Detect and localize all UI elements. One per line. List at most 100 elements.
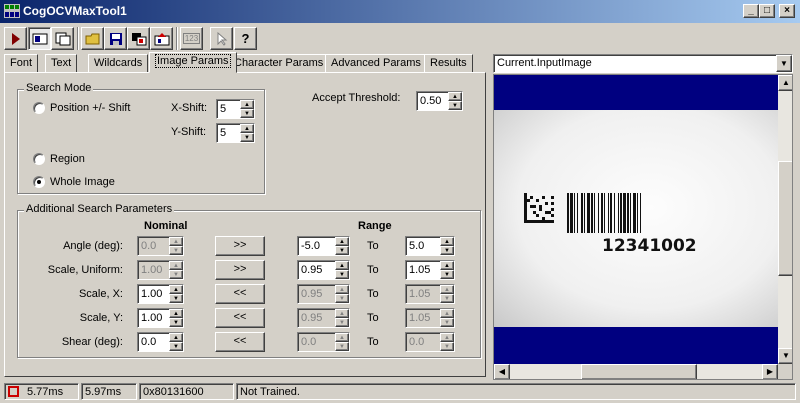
enable-nominal-button[interactable]: <<: [215, 284, 265, 304]
enable-range-button[interactable]: >>: [215, 260, 265, 280]
spin-down-icon[interactable]: ▼: [240, 133, 254, 142]
spin-up-icon[interactable]: ▲: [440, 261, 454, 270]
spin-down-icon[interactable]: ▼: [440, 270, 454, 279]
tab-image-params[interactable]: Image Params: [149, 52, 237, 73]
spin-up-icon[interactable]: ▲: [169, 333, 183, 342]
spin-down-icon[interactable]: ▼: [448, 101, 462, 110]
tab-font[interactable]: Font: [4, 54, 39, 73]
image-source-icon[interactable]: [127, 27, 150, 50]
spin-down-icon[interactable]: ▼: [335, 342, 349, 351]
scroll-right-icon[interactable]: ▶: [762, 364, 778, 379]
param-label: Shear (deg):: [61, 336, 123, 348]
scroll-up-icon[interactable]: ▲: [778, 75, 792, 91]
title-bar: CogOCVMaxTool1 _ □ ×: [0, 0, 800, 23]
barcode-bar: [633, 193, 636, 233]
spin-up-icon[interactable]: ▲: [335, 237, 349, 246]
barcode-icon: [567, 193, 641, 233]
spin-down-icon[interactable]: ▼: [169, 342, 183, 351]
range-low-spinner[interactable]: -5.0 ▲ ▼: [297, 236, 350, 256]
spin-down-icon[interactable]: ▼: [335, 246, 349, 255]
range-high-spinner[interactable]: 5.0 ▲ ▼: [405, 236, 455, 256]
spin-down-icon[interactable]: ▼: [440, 342, 454, 351]
tab-advanced-params[interactable]: Advanced Params: [325, 54, 427, 73]
range-high-spinner[interactable]: 1.05 ▲ ▼: [405, 260, 455, 280]
spin-down-icon[interactable]: ▼: [335, 270, 349, 279]
spin-up-icon[interactable]: ▲: [169, 285, 183, 294]
cursor-icon[interactable]: [210, 27, 233, 50]
scroll-down-icon[interactable]: ▼: [778, 348, 792, 364]
spin-up-icon[interactable]: ▲: [240, 100, 254, 109]
toolbar-separator: [176, 27, 178, 50]
numeric-icon[interactable]: 123: [180, 27, 203, 50]
help-icon[interactable]: ?: [234, 27, 257, 50]
nominal-spinner[interactable]: 1.00 ▲ ▼: [137, 308, 184, 328]
spin-up-icon[interactable]: ▲: [335, 285, 349, 294]
spin-up-icon[interactable]: ▲: [335, 261, 349, 270]
nominal-spinner[interactable]: 0.0 ▲ ▼: [137, 236, 184, 256]
x-shift-spinner[interactable]: 5 ▲ ▼: [216, 99, 255, 119]
save-icon[interactable]: [104, 27, 127, 50]
spin-down-icon[interactable]: ▼: [335, 318, 349, 327]
radio-position-shift[interactable]: [33, 102, 45, 114]
scroll-left-icon[interactable]: ◀: [494, 364, 510, 379]
spin-up-icon[interactable]: ▲: [440, 237, 454, 246]
range-low-spinner[interactable]: 0.95 ▲ ▼: [297, 284, 350, 304]
enable-nominal-button[interactable]: <<: [215, 308, 265, 328]
spin-up-icon[interactable]: ▲: [169, 237, 183, 246]
tab-wildcards[interactable]: Wildcards: [88, 54, 149, 73]
spin-up-icon[interactable]: ▲: [335, 309, 349, 318]
spin-down-icon[interactable]: ▼: [169, 318, 183, 327]
range-low-spinner[interactable]: 0.0 ▲ ▼: [297, 332, 350, 352]
nominal-spinner[interactable]: 1.00 ▲ ▼: [137, 284, 184, 304]
enable-nominal-button[interactable]: <<: [215, 332, 265, 352]
tab-text[interactable]: Text: [45, 54, 78, 73]
spin-up-icon[interactable]: ▲: [440, 333, 454, 342]
range-low-spinner[interactable]: 0.95 ▲ ▼: [297, 308, 350, 328]
spin-down-icon[interactable]: ▼: [440, 246, 454, 255]
spin-up-icon[interactable]: ▲: [440, 309, 454, 318]
train-icon[interactable]: [150, 27, 173, 50]
show-input-icon[interactable]: [51, 27, 74, 50]
spin-up-icon[interactable]: ▲: [169, 309, 183, 318]
spin-up-icon[interactable]: ▲: [169, 261, 183, 270]
range-high-spinner[interactable]: 1.05 ▲ ▼: [405, 284, 455, 304]
barcode-bar: [574, 193, 575, 233]
spin-down-icon[interactable]: ▼: [440, 318, 454, 327]
range-high-spinner[interactable]: 1.05 ▲ ▼: [405, 308, 455, 328]
radio-region[interactable]: [33, 153, 45, 165]
radio-whole-image[interactable]: [33, 176, 45, 188]
scroll-corner: [778, 364, 792, 379]
enable-range-button[interactable]: >>: [215, 236, 265, 256]
run-icon[interactable]: [4, 27, 27, 50]
spin-down-icon[interactable]: ▼: [335, 294, 349, 303]
spin-down-icon[interactable]: ▼: [169, 294, 183, 303]
y-shift-spinner[interactable]: 5 ▲ ▼: [216, 123, 255, 143]
range-high-spinner[interactable]: 0.0 ▲ ▼: [405, 332, 455, 352]
chevron-down-icon[interactable]: ▼: [776, 55, 792, 72]
vertical-scroll-thumb[interactable]: [778, 161, 792, 276]
spin-down-icon[interactable]: ▼: [169, 246, 183, 255]
spin-down-icon[interactable]: ▼: [169, 270, 183, 279]
tab-character-params[interactable]: Character Params: [228, 54, 330, 73]
spin-up-icon[interactable]: ▲: [440, 285, 454, 294]
image-display[interactable]: 12341002 ▲ ▼ ◀ ▶: [493, 74, 793, 380]
image-selector-dropdown[interactable]: Current.InputImage ▼: [493, 54, 793, 73]
spin-up-icon[interactable]: ▲: [240, 124, 254, 133]
vertical-scrollbar[interactable]: ▲ ▼: [778, 75, 792, 364]
accept-threshold-spinner[interactable]: 0.50 ▲ ▼: [416, 91, 463, 111]
range-low-spinner[interactable]: 0.95 ▲ ▼: [297, 260, 350, 280]
open-icon[interactable]: [81, 27, 104, 50]
horizontal-scroll-thumb[interactable]: [581, 364, 697, 379]
horizontal-scrollbar[interactable]: ◀ ▶: [494, 364, 778, 379]
spin-up-icon[interactable]: ▲: [448, 92, 462, 101]
minimize-icon[interactable]: _: [743, 4, 759, 18]
nominal-spinner[interactable]: 0.0 ▲ ▼: [137, 332, 184, 352]
show-image-icon[interactable]: [28, 27, 51, 50]
maximize-icon[interactable]: □: [759, 4, 775, 18]
tab-results[interactable]: Results: [424, 54, 473, 73]
close-icon[interactable]: ×: [779, 4, 795, 18]
nominal-spinner[interactable]: 1.00 ▲ ▼: [137, 260, 184, 280]
spin-up-icon[interactable]: ▲: [335, 333, 349, 342]
spin-down-icon[interactable]: ▼: [440, 294, 454, 303]
spin-down-icon[interactable]: ▼: [240, 109, 254, 118]
